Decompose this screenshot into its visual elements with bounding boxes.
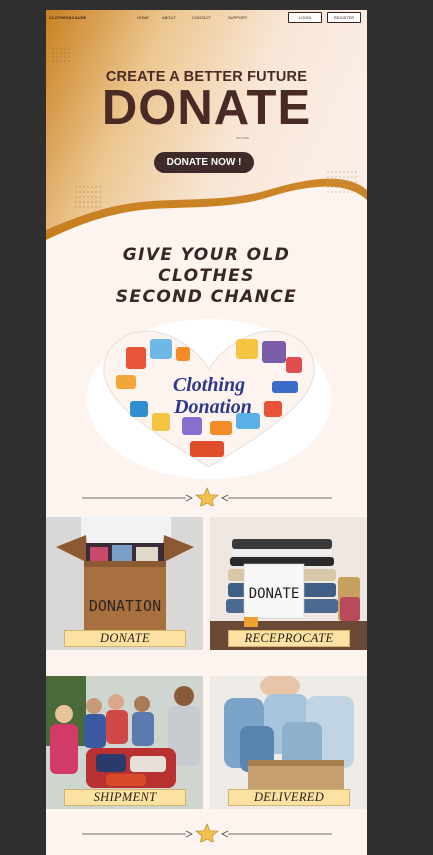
nav-link-support[interactable]: SUPPORT: [228, 15, 247, 20]
headline-line-3: SECOND CHANCE: [115, 287, 298, 307]
section-headline: GIVE YOUR OLD CLOTHES SECOND CHANCE: [46, 245, 367, 308]
heart-text-line-1: Clothing: [173, 374, 245, 396]
dots-decoration: [327, 171, 357, 193]
card-donate[interactable]: DONATION DONATE: [46, 517, 203, 650]
card-shipment[interactable]: SHIPMENT: [46, 676, 203, 809]
card-receprocate[interactable]: DONATE RECEPROCATE: [210, 517, 367, 650]
card-caption-receprocate: RECEPROCATE: [228, 630, 350, 647]
hero-title: DONATE: [101, 81, 312, 135]
clothing-donation-image: Clothing Donation: [86, 317, 332, 480]
dots-decoration: [52, 48, 70, 62]
hero-small-text: CITYLNG: [236, 136, 250, 140]
page: CLOTHES&CAUSE HOME ABOUT CONTACT SUPPORT…: [46, 10, 367, 855]
card-caption-shipment: SHIPMENT: [64, 789, 186, 806]
star-icon: [195, 487, 219, 506]
top-nav: CLOTHES&CAUSE HOME ABOUT CONTACT SUPPORT…: [46, 10, 367, 26]
nav-link-home[interactable]: HOME: [137, 15, 149, 20]
star-icon: [195, 823, 219, 842]
heart-text-line-2: Donation: [173, 396, 252, 418]
card-delivered[interactable]: DELIVERED: [210, 676, 367, 809]
sign-text: DONATE: [249, 586, 300, 602]
star-divider-bottom: [82, 823, 332, 842]
headline-line-1: GIVE YOUR OLD: [122, 245, 291, 265]
nav-link-about[interactable]: ABOUT: [162, 15, 176, 20]
box-text: DONATION: [89, 597, 161, 615]
hero-section: CLOTHES&CAUSE HOME ABOUT CONTACT SUPPORT…: [46, 10, 367, 250]
brand-logo[interactable]: CLOTHES&CAUSE: [49, 15, 86, 20]
nav-link-contact[interactable]: CONTACT: [192, 15, 211, 20]
headline-line-2: CLOTHES: [158, 266, 255, 286]
login-button[interactable]: LOGIN: [288, 12, 322, 23]
star-divider: [82, 487, 332, 506]
donate-now-button[interactable]: DONATE NOW !: [154, 152, 254, 173]
card-caption-donate: DONATE: [64, 630, 186, 647]
dots-decoration: [75, 186, 101, 208]
clothing-heart-illustration: Clothing Donation: [87, 319, 331, 479]
card-caption-delivered: DELIVERED: [228, 789, 350, 806]
register-button[interactable]: REGISTER: [327, 12, 361, 23]
